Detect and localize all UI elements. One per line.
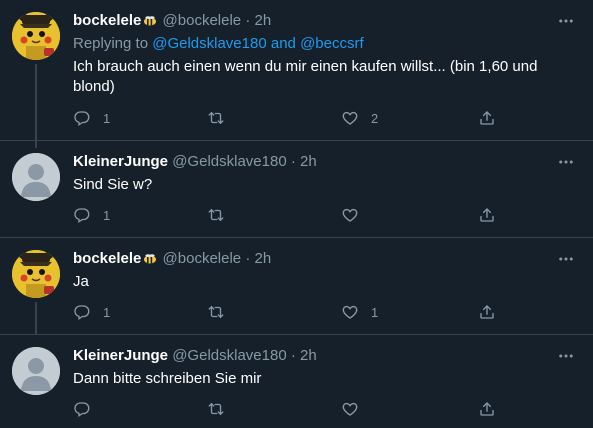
tweet-header: KleinerJunge @Geldsklave180 · 2h xyxy=(73,347,317,365)
tweet-header: bockelele @bockelele · 2h xyxy=(73,250,271,268)
tweet-2[interactable]: KleinerJunge @Geldsklave180 · 2h Sind Si… xyxy=(0,141,593,237)
reply-count: 1 xyxy=(103,207,111,223)
thread-line xyxy=(35,302,37,334)
heart-icon xyxy=(341,400,359,418)
share-icon xyxy=(478,206,496,224)
user-handle[interactable]: @Geldsklave180 xyxy=(172,153,286,170)
reply-icon xyxy=(73,400,91,418)
replying-prefix: Replying to xyxy=(73,35,153,52)
tweet-text: Ja xyxy=(73,273,89,290)
more-icon[interactable] xyxy=(557,12,575,30)
share-button[interactable] xyxy=(478,108,496,128)
reply-button[interactable] xyxy=(73,399,103,419)
reply-button[interactable]: 1 xyxy=(73,302,110,322)
timestamp[interactable]: 2h xyxy=(255,12,272,29)
share-button[interactable] xyxy=(478,302,496,322)
share-icon xyxy=(478,109,496,127)
mention-link[interactable]: @Geldsklave180 xyxy=(152,35,266,52)
timestamp[interactable]: 2h xyxy=(300,153,317,170)
tweet-header: KleinerJunge @Geldsklave180 · 2h xyxy=(73,153,317,171)
thread-line xyxy=(35,64,37,148)
heart-icon xyxy=(341,206,359,224)
user-handle[interactable]: @Geldsklave180 xyxy=(172,347,286,364)
tweet-3[interactable]: bockelele @bockelele · 2h Ja 1 1 xyxy=(0,238,593,334)
retweet-button[interactable] xyxy=(207,302,237,322)
reply-count: 1 xyxy=(103,110,111,126)
display-name[interactable]: KleinerJunge xyxy=(73,347,168,364)
tweet-text: Dann bitte schreiben Sie mir xyxy=(73,370,262,387)
retweet-button[interactable] xyxy=(207,205,237,225)
retweet-icon xyxy=(207,400,225,418)
tweet-1[interactable]: bockelele @bockelele · 2h Replying to @G… xyxy=(0,0,593,148)
pikachu-avatar-icon xyxy=(12,12,60,60)
share-icon xyxy=(478,400,496,418)
mention-link[interactable]: @beccsrf xyxy=(300,35,364,52)
display-name[interactable]: bockelele xyxy=(73,12,141,29)
like-button[interactable]: 1 xyxy=(341,302,378,322)
share-button[interactable] xyxy=(478,205,496,225)
heart-icon xyxy=(341,303,359,321)
more-icon[interactable] xyxy=(557,347,575,365)
like-count: 2 xyxy=(371,110,379,126)
retweet-button[interactable] xyxy=(207,399,237,419)
reply-icon xyxy=(73,109,91,127)
reply-icon xyxy=(73,303,91,321)
display-name[interactable]: KleinerJunge xyxy=(73,153,168,170)
more-icon[interactable] xyxy=(557,153,575,171)
reply-icon xyxy=(73,206,91,224)
share-button[interactable] xyxy=(478,399,496,419)
timestamp[interactable]: 2h xyxy=(300,347,317,364)
tweet-text: Ich brauch auch einen wenn du mir einen … xyxy=(73,58,538,95)
tweet-header: bockelele @bockelele · 2h xyxy=(73,12,271,30)
user-handle[interactable]: @bockelele xyxy=(163,12,242,29)
avatar[interactable] xyxy=(12,347,60,395)
more-icon[interactable] xyxy=(557,250,575,268)
display-name[interactable]: bockelele xyxy=(73,250,141,267)
reply-button[interactable]: 1 xyxy=(73,108,110,128)
like-button[interactable]: 2 xyxy=(341,108,378,128)
user-handle[interactable]: @bockelele xyxy=(163,250,242,267)
heart-icon xyxy=(341,109,359,127)
reply-count: 1 xyxy=(103,304,111,320)
separator-dot: · xyxy=(245,12,251,29)
tweet-actions: 1 xyxy=(73,205,503,225)
separator-dot: · xyxy=(245,250,251,267)
tweet-actions: 1 2 xyxy=(73,108,503,128)
avatar[interactable] xyxy=(12,250,60,298)
replying-and[interactable]: and xyxy=(267,35,300,52)
bee-emoji-icon xyxy=(142,16,158,26)
retweet-icon xyxy=(207,206,225,224)
avatar[interactable] xyxy=(12,153,60,201)
like-count: 1 xyxy=(371,304,379,320)
separator-dot: · xyxy=(290,347,296,364)
avatar[interactable] xyxy=(12,12,60,60)
retweet-icon xyxy=(207,109,225,127)
retweet-button[interactable] xyxy=(207,108,237,128)
replying-to: Replying to @Geldsklave180 and @beccsrf xyxy=(73,35,364,53)
like-button[interactable] xyxy=(341,399,371,419)
like-button[interactable] xyxy=(341,205,371,225)
bee-emoji-icon xyxy=(142,254,158,264)
pikachu-avatar-icon xyxy=(12,250,60,298)
timestamp[interactable]: 2h xyxy=(255,250,272,267)
retweet-icon xyxy=(207,303,225,321)
share-icon xyxy=(478,303,496,321)
tweet-text: Sind Sie w? xyxy=(73,176,153,193)
default-avatar-icon xyxy=(12,347,60,395)
tweet-4[interactable]: KleinerJunge @Geldsklave180 · 2h Dann bi… xyxy=(0,335,593,428)
default-avatar-icon xyxy=(12,153,60,201)
reply-button[interactable]: 1 xyxy=(73,205,110,225)
tweet-actions xyxy=(73,399,503,419)
tweet-actions: 1 1 xyxy=(73,302,503,322)
separator-dot: · xyxy=(290,153,296,170)
